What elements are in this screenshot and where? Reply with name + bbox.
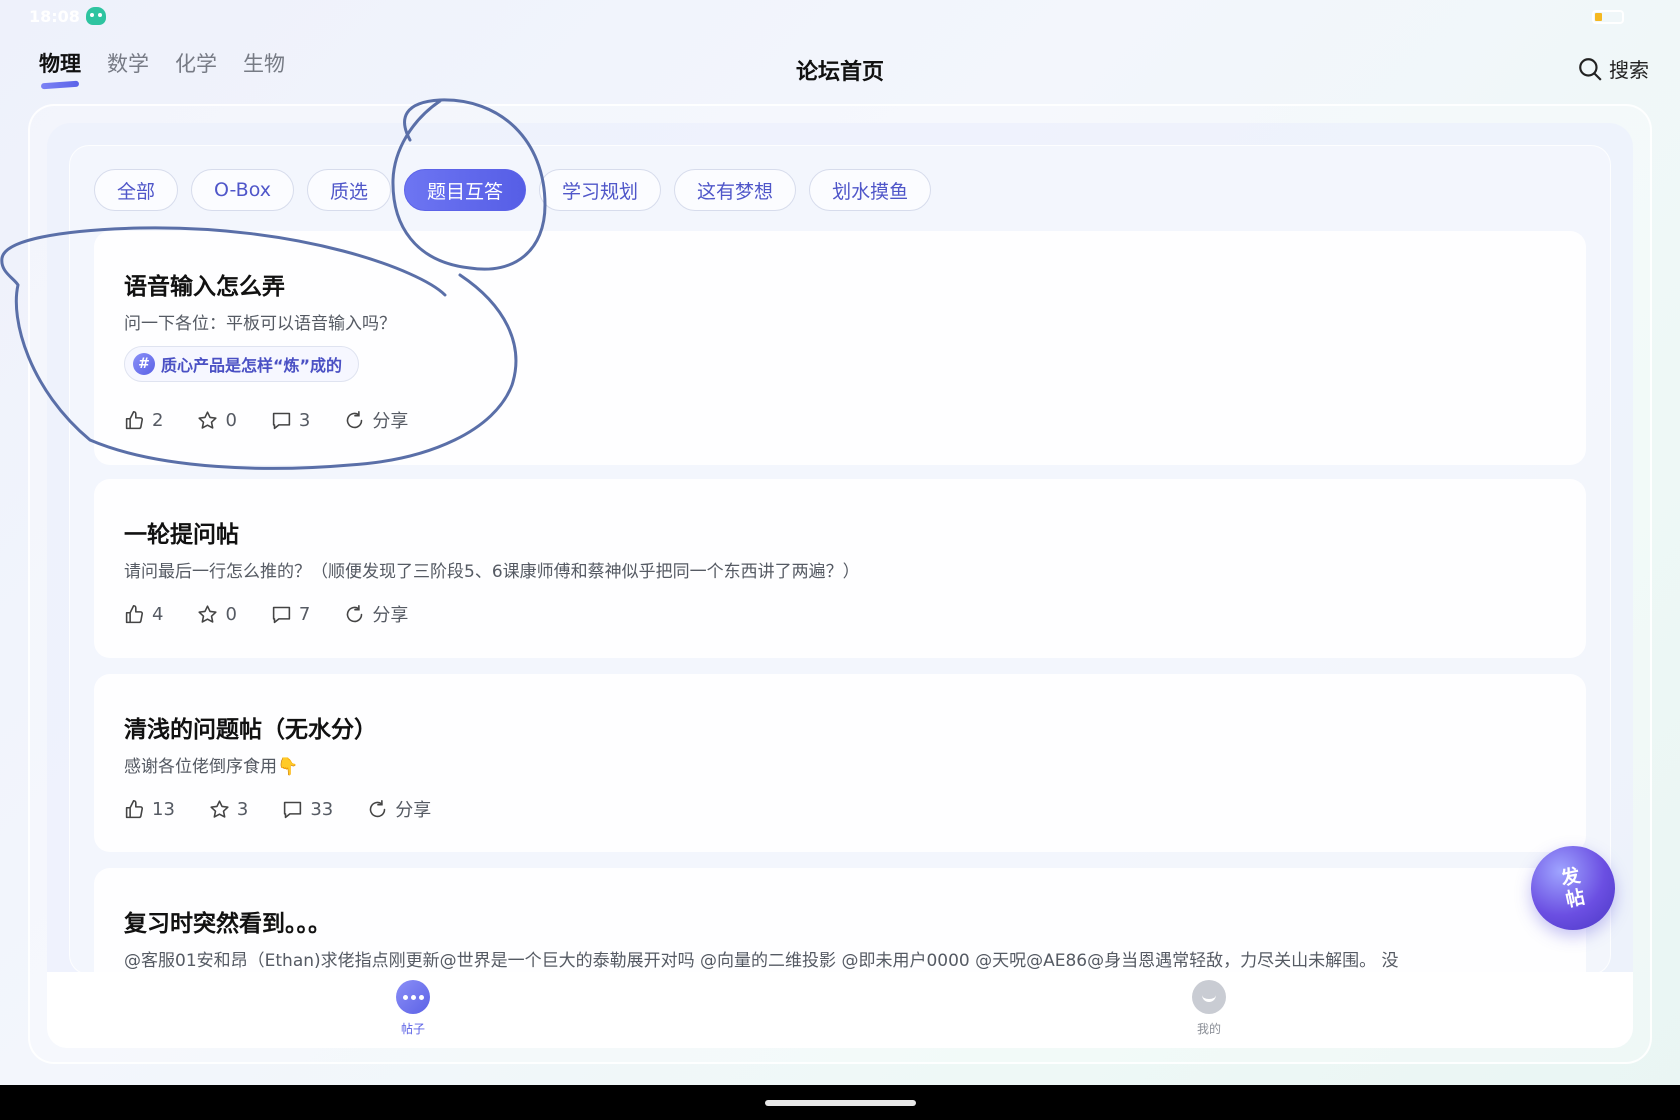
chip-off-topic[interactable]: 划水摸鱼: [809, 169, 932, 211]
status-bar: 18:08: [0, 0, 1680, 34]
create-post-button[interactable]: 发帖: [1531, 846, 1615, 930]
comment-count: 33: [310, 798, 334, 820]
favorite-button[interactable]: 0: [197, 407, 237, 433]
share-label: 分享: [372, 605, 409, 626]
post-card[interactable]: 一轮提问帖 请问最后一行怎么推的？（顺便发现了三阶段5、6课康师傅和蔡神似乎把同…: [94, 479, 1586, 658]
comment-button[interactable]: 33: [282, 796, 333, 822]
chip-dreams[interactable]: 这有梦想: [674, 169, 797, 211]
share-icon: [347, 604, 363, 622]
thumbs-up-icon: [125, 410, 144, 429]
like-button[interactable]: 4: [124, 601, 163, 627]
battery-icon: [1592, 10, 1624, 24]
star-icon: [210, 799, 229, 818]
star-icon: [198, 604, 218, 623]
favorite-button[interactable]: 3: [209, 796, 248, 822]
search-label: 搜索: [1609, 58, 1649, 82]
post-title: 清浅的问题帖（无水分）: [124, 717, 377, 743]
bottom-nav: 帖子 我的: [47, 972, 1633, 1048]
hash-icon: #: [133, 353, 155, 375]
thumbs-up-icon: [125, 799, 144, 818]
chip-obox[interactable]: O-Box: [191, 169, 294, 211]
share-button[interactable]: 分享: [367, 796, 431, 822]
comment-count: 3: [298, 409, 311, 431]
like-count: 2: [152, 409, 164, 431]
chip-study-plan[interactable]: 学习规划: [539, 169, 662, 211]
system-navigation-bar: [0, 1085, 1680, 1120]
page-title: 论坛首页: [795, 60, 884, 85]
post-title: 复习时突然看到。。。: [124, 911, 331, 937]
favorite-count: 3: [236, 798, 249, 820]
search-button[interactable]: 搜索: [1577, 54, 1649, 83]
like-button[interactable]: 2: [124, 407, 163, 433]
app-notification-icon: [86, 7, 106, 25]
post-card[interactable]: 复习时突然看到。。。 @客服01安和昂（Ethan)求佬指点刚更新@世界是一个巨…: [94, 868, 1586, 978]
like-count: 4: [152, 603, 164, 625]
comment-icon: [272, 606, 291, 623]
home-indicator[interactable]: [765, 1100, 916, 1106]
nav-posts-label: 帖子: [400, 1022, 425, 1036]
like-button[interactable]: 13: [124, 796, 175, 822]
chip-qa[interactable]: 题目互答: [404, 169, 527, 211]
post-title: 一轮提问帖: [124, 522, 239, 548]
post-body: 感谢各位佬倒序食用👇: [124, 757, 299, 777]
post-actions: 13 3 33 分享: [124, 796, 431, 822]
category-chips: 全部 O-Box 质选 题目互答 学习规划 这有梦想 划水摸鱼: [94, 169, 932, 211]
comment-button[interactable]: 3: [271, 407, 310, 433]
post-card[interactable]: 语音输入怎么弄 问一下各位：平板可以语音输入吗？ # 质心产品是怎样“炼”成的 …: [94, 231, 1586, 465]
share-button[interactable]: 分享: [344, 407, 408, 433]
topic-tag-label: 质心产品是怎样“炼”成的: [161, 356, 343, 375]
topic-tag[interactable]: # 质心产品是怎样“炼”成的: [124, 346, 360, 382]
post-card[interactable]: 清浅的问题帖（无水分） 感谢各位佬倒序食用👇 13 3 33 分享: [94, 674, 1586, 852]
nav-me[interactable]: 我的: [1192, 980, 1226, 1037]
comment-count: 7: [298, 603, 311, 625]
like-count: 13: [152, 798, 175, 820]
favorite-count: 0: [225, 409, 237, 431]
share-label: 分享: [395, 800, 432, 821]
post-actions: 2 0 3 分享: [124, 407, 408, 433]
comment-icon: [284, 801, 302, 818]
share-icon: [370, 799, 386, 817]
share-label: 分享: [372, 411, 409, 432]
nav-posts[interactable]: 帖子: [396, 980, 430, 1037]
status-time: 18:08: [29, 7, 80, 26]
favorite-button[interactable]: 0: [197, 601, 237, 627]
nav-me-label: 我的: [1196, 1022, 1221, 1036]
post-body: 请问最后一行怎么推的？（顺便发现了三阶段5、6课康师傅和蔡神似乎把同一个东西讲了…: [124, 562, 860, 582]
chip-featured[interactable]: 质选: [307, 169, 392, 211]
post-actions: 4 0 7 分享: [124, 601, 408, 627]
thumbs-up-icon: [125, 604, 144, 623]
create-post-label: 发帖: [1559, 864, 1587, 912]
profile-icon: [1192, 980, 1226, 1014]
comment-button[interactable]: 7: [271, 601, 310, 627]
chip-all[interactable]: 全部: [94, 169, 179, 211]
favorite-count: 0: [225, 603, 237, 625]
post-body: 问一下各位：平板可以语音输入吗？: [124, 314, 396, 334]
share-icon: [347, 410, 363, 428]
share-button[interactable]: 分享: [344, 601, 408, 627]
search-icon: [1579, 57, 1602, 81]
star-icon: [198, 410, 218, 429]
chat-bubble-icon: [396, 980, 430, 1014]
post-body: @客服01安和昂（Ethan)求佬指点刚更新@世界是一个巨大的泰勒展开对吗 @向…: [124, 951, 1399, 971]
post-title: 语音输入怎么弄: [124, 274, 285, 300]
comment-icon: [272, 412, 291, 429]
